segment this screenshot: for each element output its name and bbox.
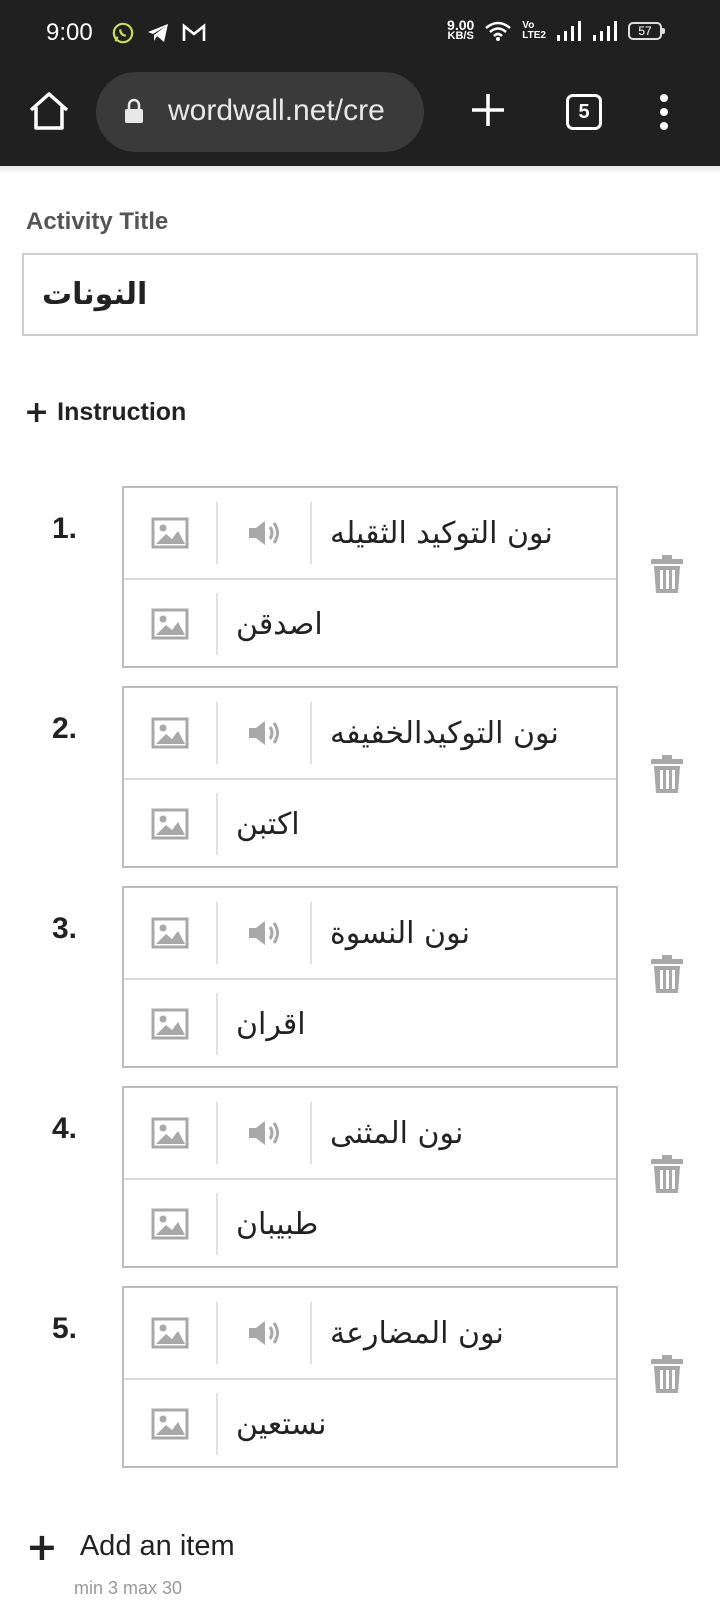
item-card: نون التوكيدالخفيفه اكتبن [122, 686, 618, 868]
item-number: 5. [52, 1312, 78, 1345]
address-bar[interactable]: wordwall.net/cre [96, 72, 424, 152]
wifi-icon [485, 21, 512, 41]
list-item: 3. نون النسوة اقران [0, 886, 720, 1068]
add-audio-icon[interactable] [218, 1102, 312, 1164]
item-card: نون النسوة اقران [122, 886, 618, 1068]
plus-icon: + [26, 1524, 58, 1569]
item-term-row: نون المثنى [124, 1088, 616, 1178]
add-image-icon[interactable] [124, 1302, 218, 1364]
item-number: 4. [52, 1112, 78, 1145]
add-instruction-button[interactable]: + Instruction [24, 394, 187, 430]
signal-icon-2 [593, 21, 617, 41]
add-image-icon[interactable] [124, 902, 218, 964]
item-card: نون التوكيد الثقيله اصدقن [122, 486, 618, 668]
item-card: نون المثنى طبيبان [122, 1086, 618, 1268]
item-number: 2. [52, 712, 78, 745]
add-item-button[interactable]: + Add an item [26, 1524, 235, 1569]
status-time: 9:00 [46, 19, 93, 46]
delete-item-icon[interactable] [650, 754, 684, 794]
item-card: نون المضارعة نستعين [122, 1286, 618, 1468]
item-term-input[interactable]: نون المثنى [312, 1116, 616, 1151]
signal-icon [557, 21, 581, 41]
add-image-icon[interactable] [124, 993, 218, 1055]
item-number: 1. [52, 512, 78, 545]
activity-title-label: Activity Title [26, 208, 169, 235]
whatsapp-icon [112, 22, 134, 44]
system-indicators: 9.00 KB/S Vo LTE2 57 [447, 17, 665, 42]
item-answer-input[interactable]: طبيبان [218, 1207, 616, 1242]
item-answer-input[interactable]: اكتبن [218, 807, 616, 842]
status-bar: 9:00 9.00 KB/S Vo LTE2 57 [0, 0, 720, 68]
add-image-icon[interactable] [124, 502, 218, 564]
add-image-icon[interactable] [124, 793, 218, 855]
volte-indicator: Vo LTE2 [522, 20, 546, 41]
add-image-icon[interactable] [124, 1102, 218, 1164]
add-image-icon[interactable] [124, 702, 218, 764]
gmail-icon [182, 23, 206, 41]
home-icon[interactable] [26, 88, 72, 134]
add-image-icon[interactable] [124, 593, 218, 655]
item-answer-row: اكتبن [124, 778, 616, 868]
add-image-icon[interactable] [124, 1393, 218, 1455]
browser-toolbar: wordwall.net/cre 5 [0, 68, 720, 166]
plus-icon: + [24, 394, 50, 430]
tab-switcher-button[interactable]: 5 [566, 94, 602, 130]
add-audio-icon[interactable] [218, 1302, 312, 1364]
item-term-input[interactable]: نون النسوة [312, 916, 616, 951]
list-item: 4. نون المثنى طبيبان [0, 1086, 720, 1268]
item-limits: min 3 max 30 [74, 1578, 183, 1598]
delete-item-icon[interactable] [650, 554, 684, 594]
network-speed: 9.00 KB/S [447, 17, 475, 42]
item-term-row: نون النسوة [124, 888, 616, 978]
add-image-icon[interactable] [124, 1193, 218, 1255]
item-answer-row: طبيبان [124, 1178, 616, 1268]
item-answer-input[interactable]: اصدقن [218, 607, 616, 642]
list-item: 5. نون المضارعة نستعين [0, 1286, 720, 1468]
new-tab-icon[interactable] [468, 90, 508, 130]
add-audio-icon[interactable] [218, 902, 312, 964]
lock-icon [125, 98, 143, 123]
add-audio-icon[interactable] [218, 702, 312, 764]
notification-icons [112, 22, 206, 44]
item-term-input[interactable]: نون المضارعة [312, 1316, 616, 1351]
item-term-row: نون المضارعة [124, 1288, 616, 1378]
add-audio-icon[interactable] [218, 502, 312, 564]
item-term-row: نون التوكيدالخفيفه [124, 688, 616, 778]
url-text: wordwall.net/cre [168, 94, 385, 127]
list-item: 1. نون التوكيد الثقيله اصدقن [0, 486, 720, 668]
add-item-label: Add an item [79, 1530, 235, 1562]
activity-title-input[interactable]: النونات [22, 253, 698, 336]
item-answer-input[interactable]: نستعين [218, 1407, 616, 1442]
item-answer-input[interactable]: اقران [218, 1007, 616, 1042]
battery-icon: 57 [628, 22, 665, 40]
delete-item-icon[interactable] [650, 1354, 684, 1394]
more-options-icon[interactable] [652, 92, 676, 132]
instruction-label: Instruction [57, 398, 187, 426]
item-term-input[interactable]: نون التوكيد الثقيله [312, 516, 616, 551]
item-term-row: نون التوكيد الثقيله [124, 488, 616, 578]
item-answer-row: اقران [124, 978, 616, 1068]
delete-item-icon[interactable] [650, 954, 684, 994]
item-answer-row: نستعين [124, 1378, 616, 1468]
item-term-input[interactable]: نون التوكيدالخفيفه [312, 716, 616, 751]
list-item: 2. نون التوكيدالخفيفه اكتبن [0, 686, 720, 868]
item-answer-row: اصدقن [124, 578, 616, 668]
telegram-icon [148, 24, 168, 42]
delete-item-icon[interactable] [650, 1154, 684, 1194]
toolbar-shadow [0, 166, 720, 174]
item-number: 3. [52, 912, 78, 945]
